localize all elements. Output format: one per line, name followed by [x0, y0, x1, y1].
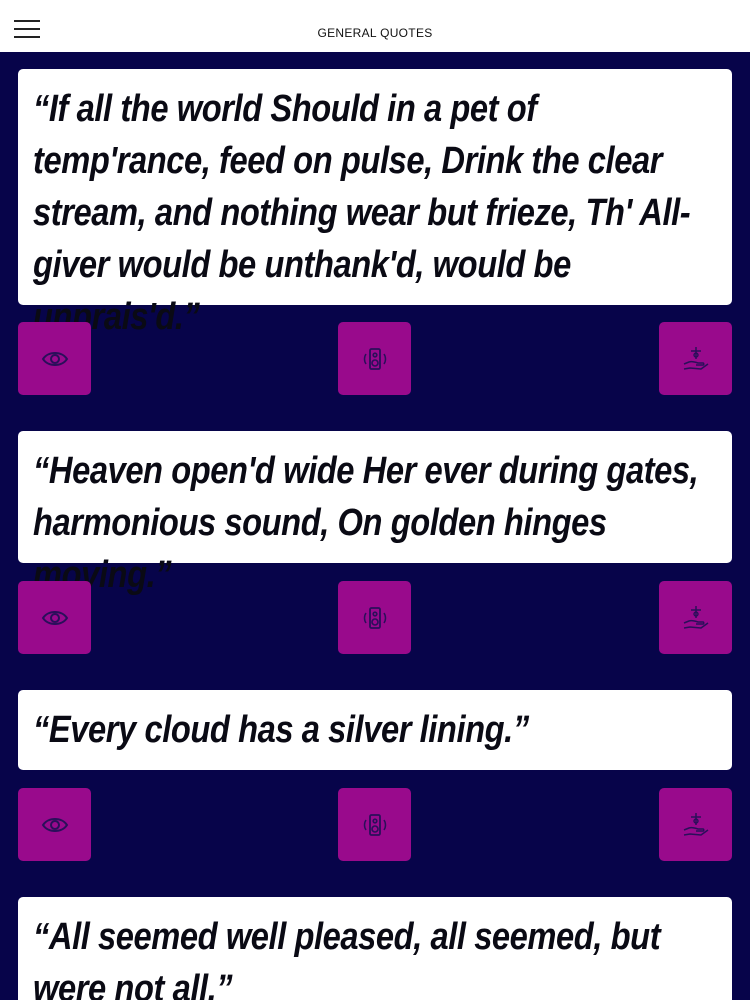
quote-text: “Heaven open'd wide Her ever during gate…	[33, 450, 699, 596]
donate-icon	[683, 812, 708, 836]
quote-text: “If all the world Should in a pet of tem…	[33, 88, 691, 338]
donate-icon	[683, 346, 708, 370]
app-header: GENERAL QUOTES	[0, 0, 750, 52]
speaker-icon	[363, 606, 386, 629]
quote-feed[interactable]: “If all the world Should in a pet of tem…	[0, 52, 750, 1000]
quote-card: “If all the world Should in a pet of tem…	[18, 69, 732, 338]
quote-card: “Heaven open'd wide Her ever during gate…	[18, 431, 732, 596]
donate-button[interactable]	[659, 788, 732, 861]
donate-icon	[683, 605, 708, 629]
quote-card: “Every cloud has a silver lining.”	[18, 690, 732, 770]
quote-text: “Every cloud has a silver lining.”	[33, 709, 529, 751]
speaker-icon	[363, 813, 386, 836]
quote-card: “All seemed well pleased, all seemed, bu…	[18, 897, 732, 1000]
donate-button[interactable]	[659, 322, 732, 395]
view-button[interactable]	[18, 581, 91, 654]
speaker-icon	[363, 347, 386, 370]
donate-button[interactable]	[659, 581, 732, 654]
view-button[interactable]	[18, 322, 91, 395]
speak-button[interactable]	[338, 322, 411, 395]
page-title: GENERAL QUOTES	[317, 26, 433, 40]
view-button[interactable]	[18, 788, 91, 861]
eye-icon	[41, 351, 68, 366]
menu-line	[14, 20, 40, 22]
eye-icon	[41, 817, 68, 832]
speak-button[interactable]	[338, 788, 411, 861]
eye-icon	[41, 610, 68, 625]
speak-button[interactable]	[338, 581, 411, 654]
quote-text: “All seemed well pleased, all seemed, bu…	[33, 916, 661, 1000]
